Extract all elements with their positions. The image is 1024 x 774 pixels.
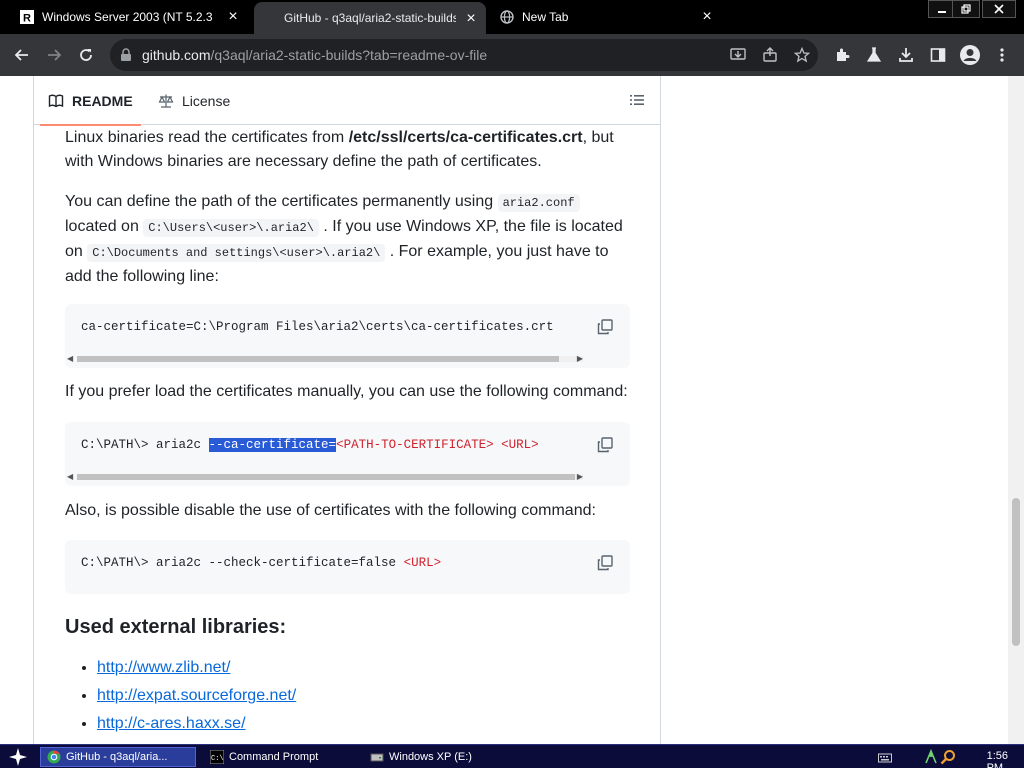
tab-windows-server[interactable]: R Windows Server 2003 (NT 5.2.3790 × bbox=[0, 0, 248, 34]
inline-code: aria2.conf bbox=[497, 194, 580, 212]
globe-icon bbox=[500, 10, 514, 24]
install-app-icon[interactable] bbox=[728, 45, 748, 65]
reload-button[interactable] bbox=[74, 43, 98, 67]
paragraph-linux-certs: Linux binaries read the certificates fro… bbox=[65, 126, 631, 174]
taskbar-item-command-prompt[interactable]: C:\ Command Prompt bbox=[204, 747, 360, 767]
paragraph-define-path: You can define the path of the certifica… bbox=[65, 190, 631, 289]
tab-github[interactable]: GitHub - q3aql/aria2-static-builds: M × bbox=[254, 2, 486, 34]
close-window-button[interactable] bbox=[982, 0, 1016, 18]
libraries-list: http://www.zlib.net/ http://expat.source… bbox=[97, 654, 296, 738]
zlib-link[interactable]: http://www.zlib.net/ bbox=[97, 659, 230, 676]
tab-title: Windows Server 2003 (NT 5.2.3790 bbox=[42, 10, 212, 24]
tab-new-tab[interactable]: New Tab × bbox=[490, 0, 722, 34]
code-block-check-certificate: C:\PATH\> aria2c --check-certificate=fal… bbox=[65, 540, 630, 594]
network-icon[interactable] bbox=[924, 748, 938, 770]
web-page: README License Linux binaries read the c… bbox=[0, 76, 1024, 744]
heading-used-libraries: Used external libraries: bbox=[65, 616, 287, 638]
tab-close-icon[interactable]: × bbox=[464, 11, 478, 27]
tab-readme[interactable]: README bbox=[40, 76, 141, 126]
copy-icon[interactable] bbox=[596, 318, 614, 336]
address-url: github.com/q3aql/aria2-static-builds?tab… bbox=[142, 47, 487, 63]
page-vertical-scrollbar[interactable] bbox=[1008, 76, 1024, 744]
taskbar-item-windows-xp-drive[interactable]: Windows XP (E:) bbox=[364, 747, 520, 767]
paragraph-load-manually: If you prefer load the certificates manu… bbox=[65, 383, 628, 400]
r-logo-icon: R bbox=[20, 10, 34, 24]
chrome-icon bbox=[47, 750, 61, 764]
bookmark-star-icon[interactable] bbox=[792, 45, 812, 65]
tab-close-icon[interactable]: × bbox=[226, 9, 240, 25]
start-button[interactable] bbox=[4, 747, 32, 767]
url-host: github.com bbox=[142, 47, 211, 63]
windows-taskbar: GitHub - q3aql/aria... C:\ Command Promp… bbox=[0, 744, 1024, 774]
readme-panel: README License Linux binaries read the c… bbox=[33, 76, 661, 744]
code-text: C:\PATH\> aria2c --ca-certificate=<PATH-… bbox=[81, 438, 539, 452]
keyboard-icon[interactable] bbox=[878, 751, 892, 769]
copy-icon[interactable] bbox=[596, 554, 614, 572]
table-of-contents-icon[interactable] bbox=[629, 92, 645, 113]
back-button[interactable] bbox=[10, 43, 34, 67]
text: You can define the path of the certifica… bbox=[65, 193, 498, 210]
code-block-ca-certificate: ca-certificate=C:\Program Files\aria2\ce… bbox=[65, 304, 630, 368]
forward-button[interactable] bbox=[42, 43, 66, 67]
taskbar-item-github[interactable]: GitHub - q3aql/aria... bbox=[40, 747, 196, 767]
horizontal-scrollbar[interactable]: ◀ ▶ bbox=[67, 354, 583, 364]
tab-close-icon[interactable]: × bbox=[700, 9, 714, 25]
inline-code: C:\Documents and settings\<user>\.aria2\ bbox=[87, 244, 386, 262]
list-item: http://www.zlib.net/ bbox=[97, 654, 296, 682]
task-label: Windows XP (E:) bbox=[389, 751, 472, 763]
readme-tab-bar: README License bbox=[34, 76, 661, 126]
browser-toolbar: github.com/q3aql/aria2-static-builds?tab… bbox=[0, 34, 1024, 76]
text: located on bbox=[65, 218, 144, 235]
address-bar[interactable]: github.com/q3aql/aria2-static-builds?tab… bbox=[110, 39, 818, 71]
certs-path: /etc/ssl/certs/ca-certificates.crt bbox=[348, 129, 583, 146]
code-token: <PATH-TO-CERTIFICATE> bbox=[336, 438, 494, 452]
search-icon[interactable] bbox=[940, 749, 956, 770]
url-path: /q3aql/aria2-static-builds?tab=readme-ov… bbox=[210, 47, 488, 63]
cmd-icon: C:\ bbox=[210, 750, 224, 764]
code-prefix: C:\PATH\> aria2c --check-certificate=fal… bbox=[81, 556, 404, 570]
text: Linux binaries read the certificates fro… bbox=[65, 129, 349, 146]
code-token: <URL> bbox=[403, 556, 442, 570]
restore-button[interactable] bbox=[952, 0, 980, 18]
expat-link[interactable]: http://expat.sourceforge.net/ bbox=[97, 687, 296, 704]
list-item: http://c-ares.haxx.se/ bbox=[97, 710, 296, 738]
list-item: http://expat.sourceforge.net/ bbox=[97, 682, 296, 710]
lock-icon bbox=[120, 48, 132, 67]
paragraph-disable-certs: Also, is possible disable the use of cer… bbox=[65, 502, 596, 519]
menu-kebab-icon[interactable] bbox=[990, 43, 1014, 67]
code-text: C:\PATH\> aria2c --check-certificate=fal… bbox=[81, 556, 441, 570]
start-star-icon bbox=[9, 748, 27, 766]
task-label: GitHub - q3aql/aria... bbox=[66, 751, 168, 763]
tab-license[interactable]: License bbox=[158, 76, 230, 125]
tab-title: GitHub - q3aql/aria2-static-builds: M bbox=[284, 11, 456, 25]
tab-license-label: License bbox=[182, 92, 231, 109]
share-icon[interactable] bbox=[760, 45, 780, 65]
extensions-icon[interactable] bbox=[830, 43, 854, 67]
drive-icon bbox=[370, 750, 384, 764]
inline-code: C:\Users\<user>\.aria2\ bbox=[143, 219, 319, 237]
labs-flask-icon[interactable] bbox=[862, 43, 886, 67]
selected-text[interactable]: --ca-certificate= bbox=[208, 438, 337, 452]
download-icon[interactable] bbox=[894, 43, 918, 67]
code-token: <URL> bbox=[501, 438, 539, 452]
scrollbar-thumb[interactable] bbox=[1012, 498, 1020, 646]
c-ares-link[interactable]: http://c-ares.haxx.se/ bbox=[97, 715, 246, 732]
code-block-manual-command: C:\PATH\> aria2c --ca-certificate=<PATH-… bbox=[65, 422, 630, 486]
code-prefix: C:\PATH\> aria2c bbox=[81, 438, 209, 452]
browser-tab-strip: R Windows Server 2003 (NT 5.2.3790 × Git… bbox=[0, 0, 1024, 34]
book-icon bbox=[48, 94, 64, 107]
tab-title: New Tab bbox=[522, 10, 569, 24]
copy-icon[interactable] bbox=[596, 436, 614, 454]
task-label: Command Prompt bbox=[229, 751, 319, 763]
clock: 1:56 PM bbox=[986, 750, 1008, 774]
profile-avatar-icon[interactable] bbox=[958, 43, 982, 67]
law-scale-icon bbox=[158, 94, 174, 108]
side-panel-icon[interactable] bbox=[926, 43, 950, 67]
svg-text:C:\: C:\ bbox=[211, 755, 224, 763]
svg-text:R: R bbox=[23, 13, 31, 25]
horizontal-scrollbar[interactable]: ◀ ▶ bbox=[67, 472, 583, 482]
code-text: ca-certificate=C:\Program Files\aria2\ce… bbox=[81, 320, 554, 334]
tab-readme-label: README bbox=[72, 92, 133, 109]
